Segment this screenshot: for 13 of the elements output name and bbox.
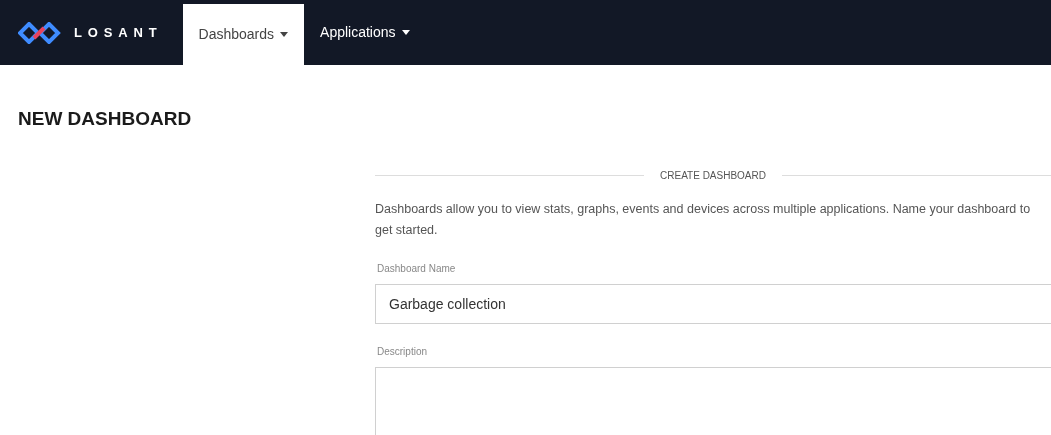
nav-menu[interactable]: Dashboards (182, 4, 305, 65)
brand-name: LOSANT (74, 23, 163, 42)
input-field[interactable]: Garbage collection (375, 283, 1051, 324)
page-title: NEW DASHBOARD (18, 107, 192, 131)
intro-text: Dashboards allow you to view stats, graphs, events and devices across multiple applications. Name your dashboard to get started. (375, 200, 1032, 239)
caret-icon (401, 30, 410, 35)
field-label: Dashboard Name (377, 261, 456, 276)
text-area[interactable] (375, 366, 1051, 435)
logo-icon (18, 21, 62, 44)
field-label: Description (377, 344, 428, 359)
section-title: CREATE DASHBOARD (660, 168, 766, 183)
nav-menu[interactable]: Applications (304, 0, 426, 65)
caret-icon (280, 32, 289, 37)
